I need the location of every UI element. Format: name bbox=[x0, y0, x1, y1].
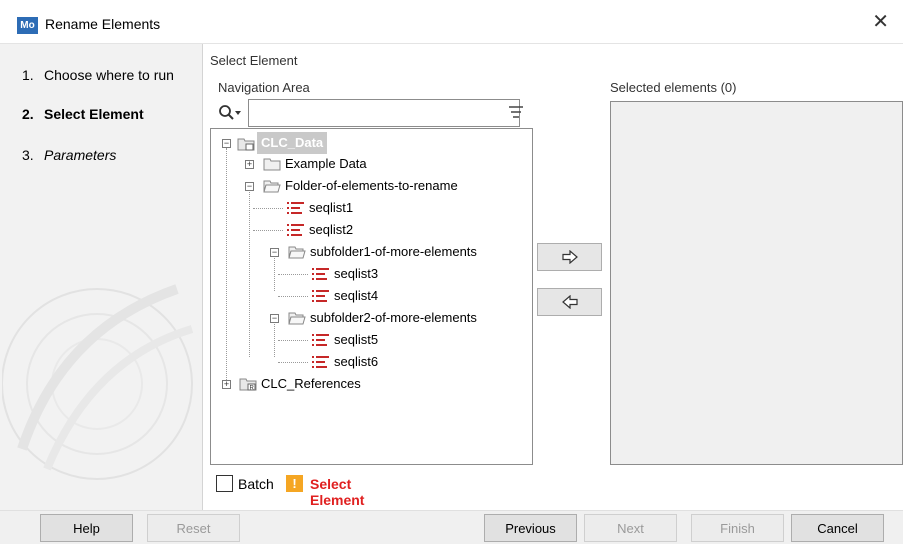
tree-connector bbox=[274, 258, 275, 291]
cancel-button[interactable]: Cancel bbox=[791, 514, 884, 542]
open-folder-icon bbox=[288, 312, 306, 325]
open-folder-icon bbox=[288, 246, 306, 259]
tree-item-label: seqlist4 bbox=[334, 288, 379, 303]
reset-button[interactable]: Reset bbox=[147, 514, 240, 542]
window-title: Rename Elements bbox=[45, 16, 161, 32]
collapse-toggle-icon[interactable]: − bbox=[222, 139, 231, 148]
expand-toggle-icon[interactable]: + bbox=[245, 160, 254, 169]
batch-label: Batch bbox=[238, 476, 274, 492]
navigation-tree[interactable]: − CLC_Data + Example Data − Folder-of-el… bbox=[210, 128, 533, 465]
collapse-toggle-icon[interactable]: − bbox=[270, 314, 279, 323]
selected-elements-label: Selected elements (0) bbox=[610, 80, 737, 95]
navigation-area-label: Navigation Area bbox=[218, 80, 310, 95]
step-parameters: 3. Parameters bbox=[22, 147, 116, 163]
collapse-toggle-icon[interactable]: − bbox=[270, 248, 279, 257]
step-number: 3. bbox=[22, 147, 34, 163]
selected-elements-list[interactable] bbox=[610, 101, 903, 465]
wizard-steps-sidebar: 1. Choose where to run 2. Select Element 3… bbox=[0, 44, 203, 510]
help-button[interactable]: Help bbox=[40, 514, 133, 542]
folder-icon bbox=[263, 158, 281, 171]
title-bar: Mo Rename Elements ✕ bbox=[0, 0, 903, 44]
open-folder-icon bbox=[263, 180, 281, 193]
tree-item-label: seqlist3 bbox=[334, 266, 379, 281]
sequence-list-icon bbox=[287, 202, 304, 214]
search-icon[interactable] bbox=[218, 104, 242, 122]
data-location-icon bbox=[237, 138, 255, 151]
binary-watermark-graphic bbox=[2, 284, 194, 480]
arrow-right-icon bbox=[561, 250, 578, 264]
svg-text:R: R bbox=[250, 386, 255, 392]
tree-item-label: seqlist1 bbox=[309, 200, 354, 215]
tree-item-label: CLC_References bbox=[261, 376, 361, 391]
tree-connector bbox=[253, 230, 283, 231]
tree-item-label: Folder-of-elements-to-rename bbox=[285, 178, 458, 193]
tree-item-label: subfolder2-of-more-elements bbox=[310, 310, 477, 325]
tree-connector bbox=[278, 340, 308, 341]
close-icon[interactable]: ✕ bbox=[872, 12, 889, 32]
collapse-toggle-icon[interactable]: − bbox=[245, 182, 254, 191]
remove-from-selected-button[interactable] bbox=[537, 288, 602, 316]
next-button[interactable]: Next bbox=[584, 514, 677, 542]
tree-item-label: subfolder1-of-more-elements bbox=[310, 244, 477, 259]
search-input[interactable] bbox=[248, 99, 520, 127]
arrow-left-icon bbox=[561, 295, 578, 309]
sequence-list-icon bbox=[312, 334, 329, 346]
warning-icon: ! bbox=[286, 475, 303, 492]
button-bar: Help Reset Previous Next Finish Cancel bbox=[0, 510, 903, 544]
expand-toggle-icon[interactable]: + bbox=[222, 380, 231, 389]
step-select-element: 2. Select Element bbox=[22, 106, 144, 122]
tree-connector bbox=[278, 296, 308, 297]
step-label: Parameters bbox=[44, 147, 117, 163]
tree-connector bbox=[253, 208, 283, 209]
step-number: 2. bbox=[22, 106, 34, 122]
previous-button[interactable]: Previous bbox=[484, 514, 577, 542]
sequence-list-icon bbox=[312, 356, 329, 368]
finish-button[interactable]: Finish bbox=[691, 514, 784, 542]
tree-connector bbox=[274, 324, 275, 357]
sequence-list-icon bbox=[312, 268, 329, 280]
tree-item-label: seqlist2 bbox=[309, 222, 354, 237]
sequence-list-icon bbox=[287, 224, 304, 236]
panel-title: Select Element bbox=[210, 53, 298, 68]
tree-item-label: Example Data bbox=[285, 156, 367, 171]
app-icon: Mo bbox=[17, 17, 38, 34]
tree-connector bbox=[278, 274, 308, 275]
add-to-selected-button[interactable] bbox=[537, 243, 602, 271]
tree-item-label: seqlist6 bbox=[334, 354, 379, 369]
tree-connector bbox=[249, 192, 250, 357]
filter-icon[interactable] bbox=[508, 105, 524, 119]
step-label: Select Element bbox=[44, 106, 144, 122]
search-row bbox=[216, 99, 532, 129]
tree-item-label: seqlist5 bbox=[334, 332, 379, 347]
step-number: 1. bbox=[22, 67, 34, 83]
tree-connector bbox=[226, 148, 227, 384]
sequence-list-icon bbox=[312, 290, 329, 302]
step-choose-where-to-run: 1. Choose where to run bbox=[22, 67, 174, 83]
tree-item-label: CLC_Data bbox=[257, 132, 328, 154]
reference-location-icon: R bbox=[239, 378, 257, 392]
step-label: Choose where to run bbox=[44, 67, 174, 83]
validation-message: Select Element bbox=[310, 476, 365, 508]
batch-checkbox[interactable] bbox=[216, 475, 233, 492]
tree-connector bbox=[278, 362, 308, 363]
